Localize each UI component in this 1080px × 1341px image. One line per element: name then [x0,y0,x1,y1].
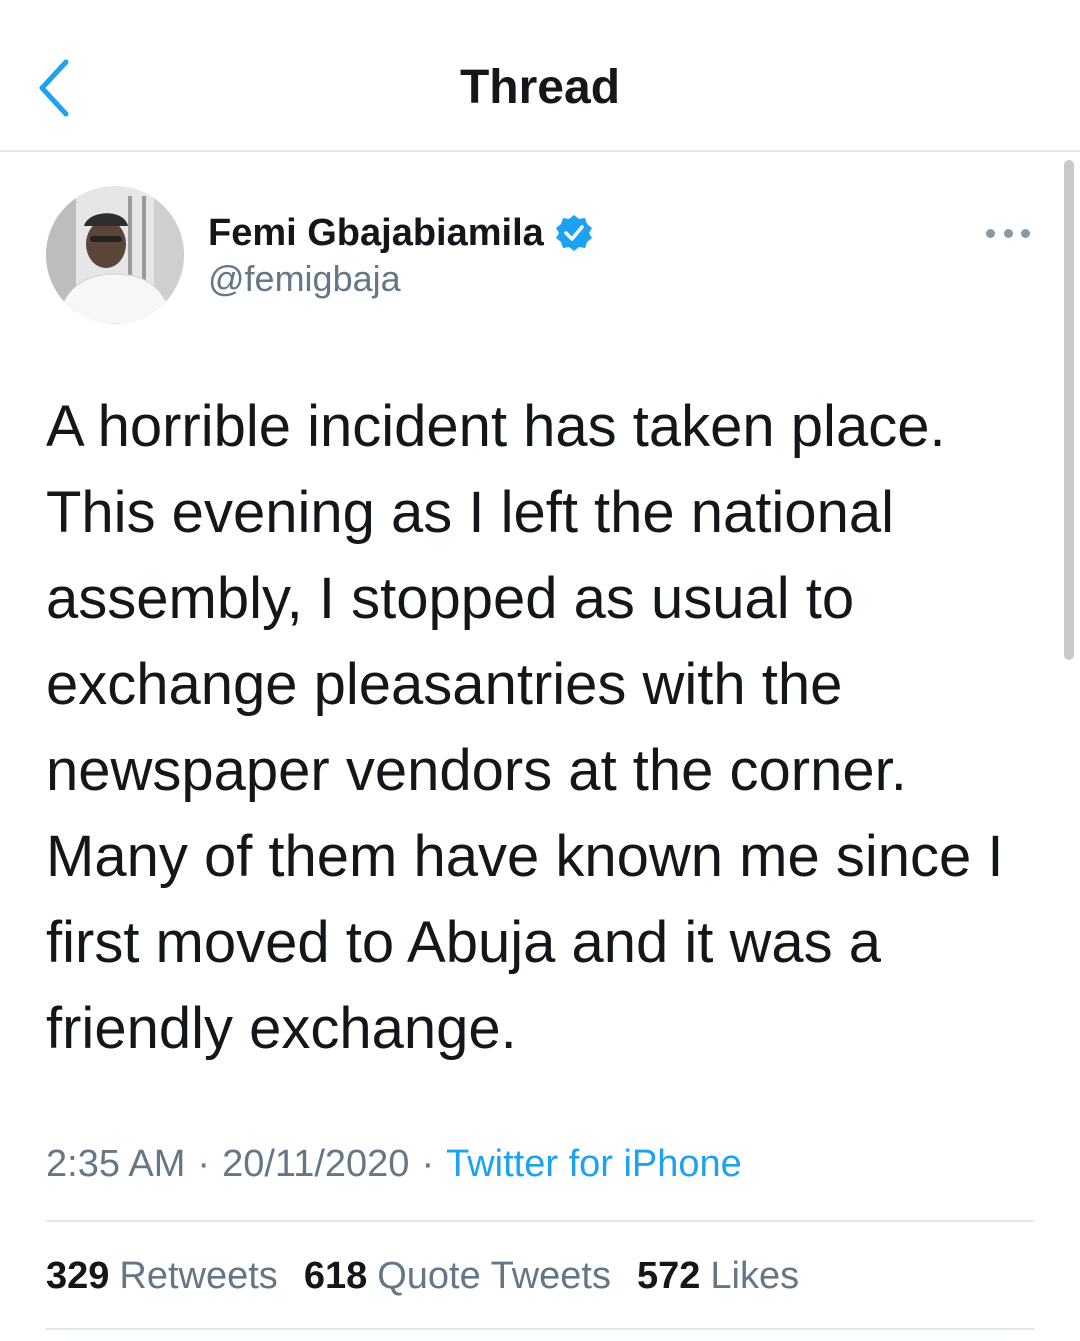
scrollbar[interactable] [1064,160,1074,660]
quote-tweets-count: 618 [303,1255,368,1297]
author-name-row: Femi Gbajabiamila [208,208,594,258]
author-handle[interactable]: @femigbaja [208,258,401,300]
thread-screen: Thread Femi Gbajabiamila @femigbaja A ho… [0,0,1080,1341]
likes-label: Likes [710,1255,800,1297]
tweet-text-line: first moved to Abuja and it was a [46,910,881,975]
tweet-metadata: 2:35 AM · 20/11/2020 · Twitter for iPhone [46,1136,742,1192]
profile-photo [46,186,184,324]
likes-count: 572 [637,1255,701,1297]
meta-separator: · [197,1143,211,1185]
divider [46,1328,1034,1330]
tweet-text-line: A horrible incident has taken place. [46,394,946,459]
tweet-text-line: Many of them have known me since I [46,824,1004,889]
tweet-time: 2:35 AM [46,1143,186,1185]
verified-badge-icon [554,213,594,253]
tweet-text-line: This evening as I left the national [46,480,894,545]
tweet-text-line: assembly, I stopped as usual to [46,566,855,631]
quote-tweets-stat[interactable]: 618 Quote Tweets [304,1248,611,1304]
author-display-name[interactable]: Femi Gbajabiamila [208,212,544,255]
avatar[interactable] [46,186,184,324]
meta-separator: · [421,1143,435,1185]
more-options-button[interactable] [986,218,1030,248]
tweet-text-line: friendly exchange. [46,996,517,1061]
quote-tweets-label: Quote Tweets [377,1255,611,1297]
retweets-label: Retweets [119,1255,278,1297]
dot-icon [1003,228,1013,238]
retweets-stat[interactable]: 329 Retweets [46,1248,278,1304]
tweet-stats: 329 Retweets 618 Quote Tweets 572 Likes [46,1248,825,1304]
navigation-header: Thread [0,0,1080,152]
tweet-source-link[interactable]: Twitter for iPhone [446,1143,742,1185]
tweet-text: A horrible incident has taken place. Thi… [46,384,1036,1072]
tweet-date: 20/11/2020 [222,1143,410,1185]
dot-icon [1021,228,1030,238]
divider [46,1220,1034,1222]
tweet-text-line: exchange pleasantries with the [46,652,843,717]
likes-stat[interactable]: 572 Likes [637,1248,799,1304]
retweets-count: 329 [46,1255,110,1297]
page-title: Thread [459,61,621,114]
tweet-text-line: newspaper vendors at the corner. [46,738,907,803]
dot-icon [986,228,995,238]
